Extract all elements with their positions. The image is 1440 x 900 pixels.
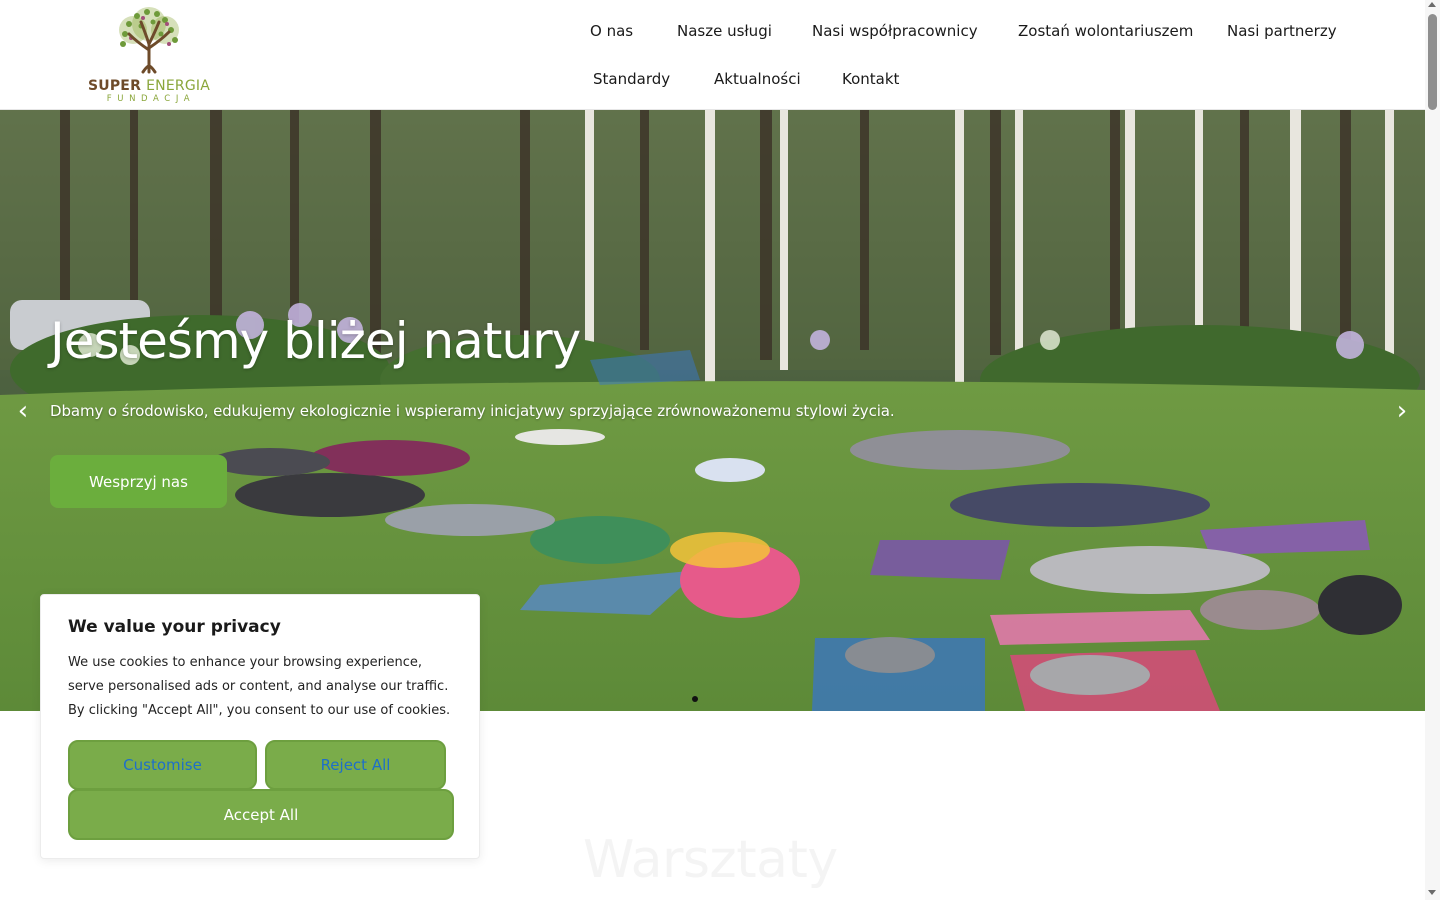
- nav-link-nasi-wspolpracownicy[interactable]: Nasi współpracownicy: [812, 21, 978, 41]
- chevron-left-icon[interactable]: ‹: [8, 396, 38, 426]
- customise-button[interactable]: Customise: [68, 740, 257, 790]
- accept-all-button[interactable]: Accept All: [68, 789, 454, 840]
- page-scrollbar[interactable]: [1425, 0, 1440, 900]
- support-us-button[interactable]: Wesprzyj nas: [50, 455, 227, 508]
- main-navigation: O nas Nasze usługi Nasi współpracownicy …: [0, 0, 1425, 110]
- cookie-banner-title: We value your privacy: [68, 617, 281, 637]
- nav-link-standardy[interactable]: Standardy: [593, 69, 670, 89]
- nav-link-zostan-wolontariuszem[interactable]: Zostań wolontariuszem: [1018, 21, 1193, 41]
- slider-dot-active[interactable]: [692, 696, 698, 702]
- reject-all-button[interactable]: Reject All: [265, 740, 446, 790]
- nav-link-aktualnosci[interactable]: Aktualności: [714, 69, 801, 89]
- site-header: SUPER ENERGIA FUNDACJA O nas Nasze usług…: [0, 0, 1425, 110]
- cookie-consent-banner: We value your privacy We use cookies to …: [40, 594, 480, 859]
- hero-title: Jesteśmy bliżej natury: [50, 312, 581, 370]
- chevron-right-icon[interactable]: ›: [1387, 396, 1417, 426]
- nav-link-nasze-uslugi[interactable]: Nasze usługi: [677, 21, 772, 41]
- section-title-warsztaty: Warsztaty: [583, 830, 838, 890]
- nav-link-o-nas[interactable]: O nas: [590, 21, 633, 41]
- scroll-up-icon[interactable]: [1428, 2, 1436, 7]
- hero-subtitle: Dbamy o środowisko, edukujemy ekologiczn…: [50, 402, 895, 420]
- scrollbar-thumb[interactable]: [1428, 14, 1437, 110]
- nav-link-nasi-partnerzy[interactable]: Nasi partnerzy: [1227, 21, 1337, 41]
- cookie-banner-text: We use cookies to enhance your browsing …: [68, 655, 451, 718]
- nav-link-kontakt[interactable]: Kontakt: [842, 69, 899, 89]
- scroll-down-icon[interactable]: [1428, 890, 1436, 895]
